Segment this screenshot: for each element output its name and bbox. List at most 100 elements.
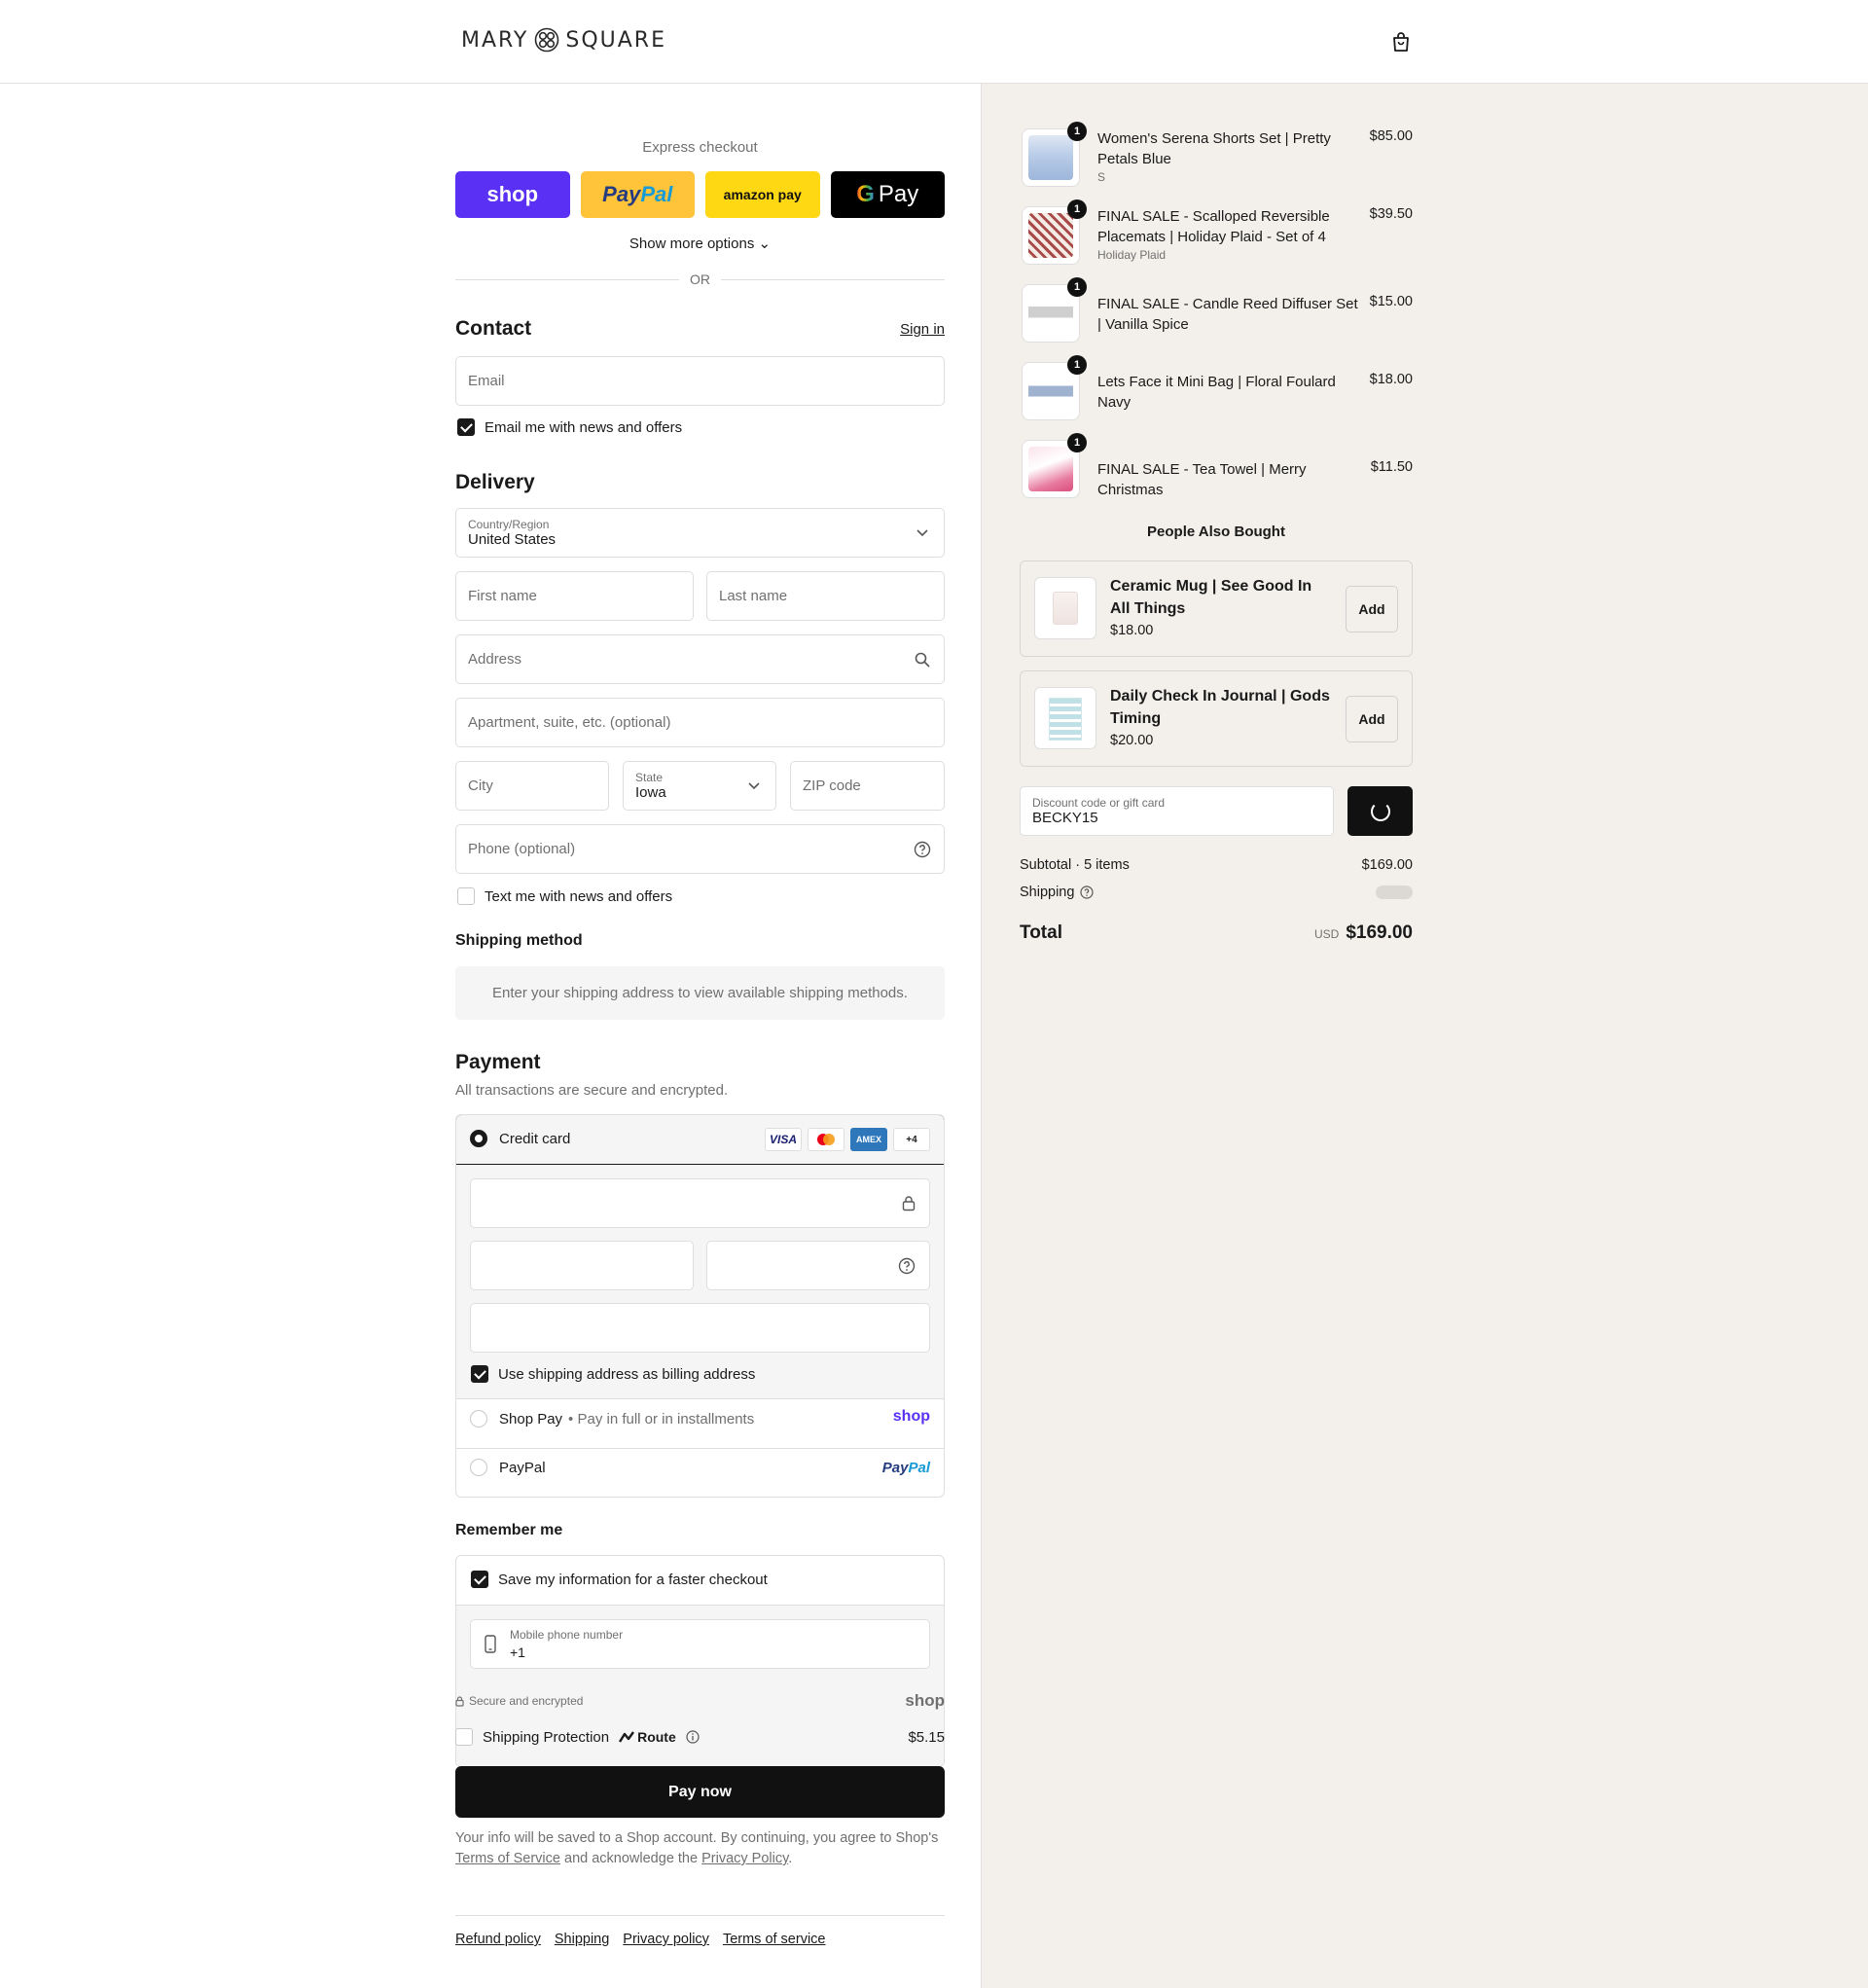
- route-icon: [619, 1731, 635, 1743]
- item-variant: S: [1097, 170, 1106, 184]
- credit-card-label: Credit card: [499, 1130, 571, 1147]
- search-icon: [913, 650, 932, 669]
- discount-code-label: Discount code or gift card: [1032, 796, 1166, 810]
- text-news-row[interactable]: Text me with news and offers: [457, 887, 672, 905]
- privacy-policy-footer-link[interactable]: Privacy policy: [623, 1932, 709, 1947]
- shopping-bag-icon[interactable]: [1389, 30, 1413, 54]
- more-cards-badge: +4: [893, 1128, 930, 1151]
- city-field[interactable]: City: [455, 761, 609, 811]
- logo-mark-icon: [535, 27, 559, 53]
- paypal-radio[interactable]: [470, 1459, 487, 1476]
- city-placeholder: City: [468, 777, 493, 794]
- show-more-options-button[interactable]: Show more options ⌄: [455, 235, 945, 252]
- first-name-field[interactable]: First name: [455, 571, 694, 621]
- payment-methods: Credit card VISA AMEX +4 Use shipping ad…: [455, 1114, 945, 1498]
- expiration-field[interactable]: [470, 1241, 694, 1290]
- lock-icon: [902, 1196, 916, 1211]
- first-name-placeholder: First name: [468, 588, 537, 604]
- sign-in-link[interactable]: Sign in: [900, 321, 945, 338]
- mobile-phone-field[interactable]: Mobile phone number +1: [470, 1619, 930, 1669]
- shipping-protection-label: Shipping Protection: [483, 1728, 610, 1746]
- last-name-placeholder: Last name: [719, 588, 788, 604]
- total-value: $169.00: [1346, 922, 1413, 943]
- discount-code-field[interactable]: Discount code or gift card BECKY15: [1020, 786, 1334, 836]
- paypal-brand-a: Pay: [881, 1460, 909, 1476]
- upsell-price: $18.00: [1110, 623, 1154, 638]
- upsell-name: Ceramic Mug | See Good In All Things: [1110, 578, 1312, 617]
- paypal-express-button[interactable]: Pay Pal: [580, 171, 695, 218]
- legal-text-1: Your info will be saved to a Shop accoun…: [455, 1830, 939, 1846]
- add-upsell-button[interactable]: Add: [1346, 586, 1398, 633]
- total-currency: USD: [1313, 927, 1340, 941]
- security-code-field[interactable]: [706, 1241, 930, 1290]
- privacy-policy-link[interactable]: Privacy Policy: [701, 1851, 788, 1866]
- shipping-protection-row[interactable]: Shipping Protection Route $5.15: [455, 1728, 945, 1746]
- apartment-field[interactable]: Apartment, suite, etc. (optional): [455, 698, 945, 747]
- item-price: $15.00: [1369, 294, 1413, 309]
- product-thumbnail: 1: [1022, 199, 1087, 265]
- store-logo[interactable]: MARY SQUARE: [461, 27, 666, 53]
- shop-pay-sublabel: • Pay in full or in installments: [568, 1410, 755, 1428]
- terms-of-service-footer-link[interactable]: Terms of service: [723, 1932, 826, 1947]
- pay-now-button[interactable]: Pay now: [455, 1766, 945, 1818]
- zip-field[interactable]: ZIP code: [790, 761, 945, 811]
- country-select[interactable]: Country/Region United States: [455, 508, 945, 558]
- address-field[interactable]: Address: [455, 634, 945, 684]
- paypal-label-a: Pay: [602, 182, 641, 206]
- email-news-checkbox[interactable]: [457, 418, 475, 436]
- refund-policy-link[interactable]: Refund policy: [455, 1932, 541, 1947]
- billing-address-row[interactable]: Use shipping address as billing address: [471, 1365, 755, 1383]
- quantity-badge: 1: [1067, 122, 1087, 141]
- shop-pay-radio[interactable]: [470, 1410, 487, 1428]
- apply-discount-button[interactable]: [1347, 786, 1413, 836]
- item-name-text: Women's Serena Shorts Set | Pretty Petal…: [1097, 130, 1331, 167]
- item-name: FINAL SALE - Candle Reed Diffuser Set | …: [1097, 296, 1358, 333]
- item-price: $18.00: [1369, 372, 1413, 387]
- text-news-label: Text me with news and offers: [485, 887, 673, 905]
- shipping-protection-price: $5.15: [908, 1728, 945, 1746]
- email-field[interactable]: Email: [455, 356, 945, 406]
- item-name: Women's Serena Shorts Set | Pretty Petal…: [1097, 128, 1360, 185]
- shop-pay-express-button[interactable]: shop: [455, 171, 570, 218]
- email-news-row[interactable]: Email me with news and offers: [457, 418, 682, 436]
- footer-links: Refund policy Shipping Privacy policy Te…: [455, 1932, 826, 1947]
- card-number-field[interactable]: [470, 1178, 930, 1228]
- credit-card-row[interactable]: Credit card: [470, 1130, 570, 1147]
- shipping-row: Shipping: [1020, 885, 1413, 900]
- credit-card-option[interactable]: Credit card VISA AMEX +4: [456, 1115, 944, 1165]
- paypal-option[interactable]: PayPal: [470, 1459, 546, 1476]
- state-select[interactable]: State Iowa: [623, 761, 776, 811]
- mobile-phone-label: Mobile phone number: [510, 1628, 624, 1642]
- save-info-row[interactable]: Save my information for a faster checkou…: [471, 1571, 768, 1588]
- remember-me-title: Remember me: [455, 1522, 563, 1538]
- credit-card-radio[interactable]: [470, 1130, 487, 1147]
- subtotal-row: Subtotal · 5 items $169.00: [1020, 857, 1413, 873]
- discount-code-value: BECKY15: [1032, 810, 1098, 826]
- item-price: $11.50: [1370, 459, 1413, 475]
- help-circle-icon[interactable]: [913, 840, 932, 859]
- shop-pay-option[interactable]: Shop Pay • Pay in full or in installment…: [470, 1410, 754, 1428]
- info-icon[interactable]: [686, 1730, 700, 1744]
- save-info-checkbox[interactable]: [471, 1571, 488, 1588]
- header: MARY SQUARE: [0, 0, 1868, 84]
- help-circle-icon[interactable]: [1080, 886, 1095, 899]
- phone-field[interactable]: Phone (optional): [455, 824, 945, 874]
- terms-of-service-link[interactable]: Terms of Service: [455, 1851, 560, 1866]
- shipping-label: Shipping: [1020, 885, 1075, 900]
- text-news-checkbox[interactable]: [457, 887, 475, 905]
- billing-address-checkbox[interactable]: [471, 1365, 488, 1383]
- google-pay-express-button[interactable]: G Pay: [830, 171, 945, 218]
- item-name: FINAL SALE - Tea Towel | Merry Christmas: [1097, 461, 1307, 498]
- item-name: FINAL SALE - Scalloped Reversible Placem…: [1097, 206, 1360, 263]
- total-row: Total USD $169.00: [1020, 922, 1413, 944]
- item-name: Lets Face it Mini Bag | Floral Foulard N…: [1097, 374, 1336, 411]
- cart-item: 1 FINAL SALE - Scalloped Reversible Plac…: [1020, 199, 1413, 274]
- last-name-field[interactable]: Last name: [706, 571, 945, 621]
- card-logos: VISA AMEX +4: [765, 1128, 930, 1151]
- shipping-protection-checkbox[interactable]: [455, 1728, 473, 1746]
- name-on-card-field[interactable]: [470, 1303, 930, 1353]
- amazon-pay-express-button[interactable]: amazon pay: [705, 171, 820, 218]
- shipping-link[interactable]: Shipping: [555, 1932, 609, 1947]
- add-upsell-button[interactable]: Add: [1346, 696, 1398, 742]
- help-circle-icon[interactable]: [898, 1257, 916, 1275]
